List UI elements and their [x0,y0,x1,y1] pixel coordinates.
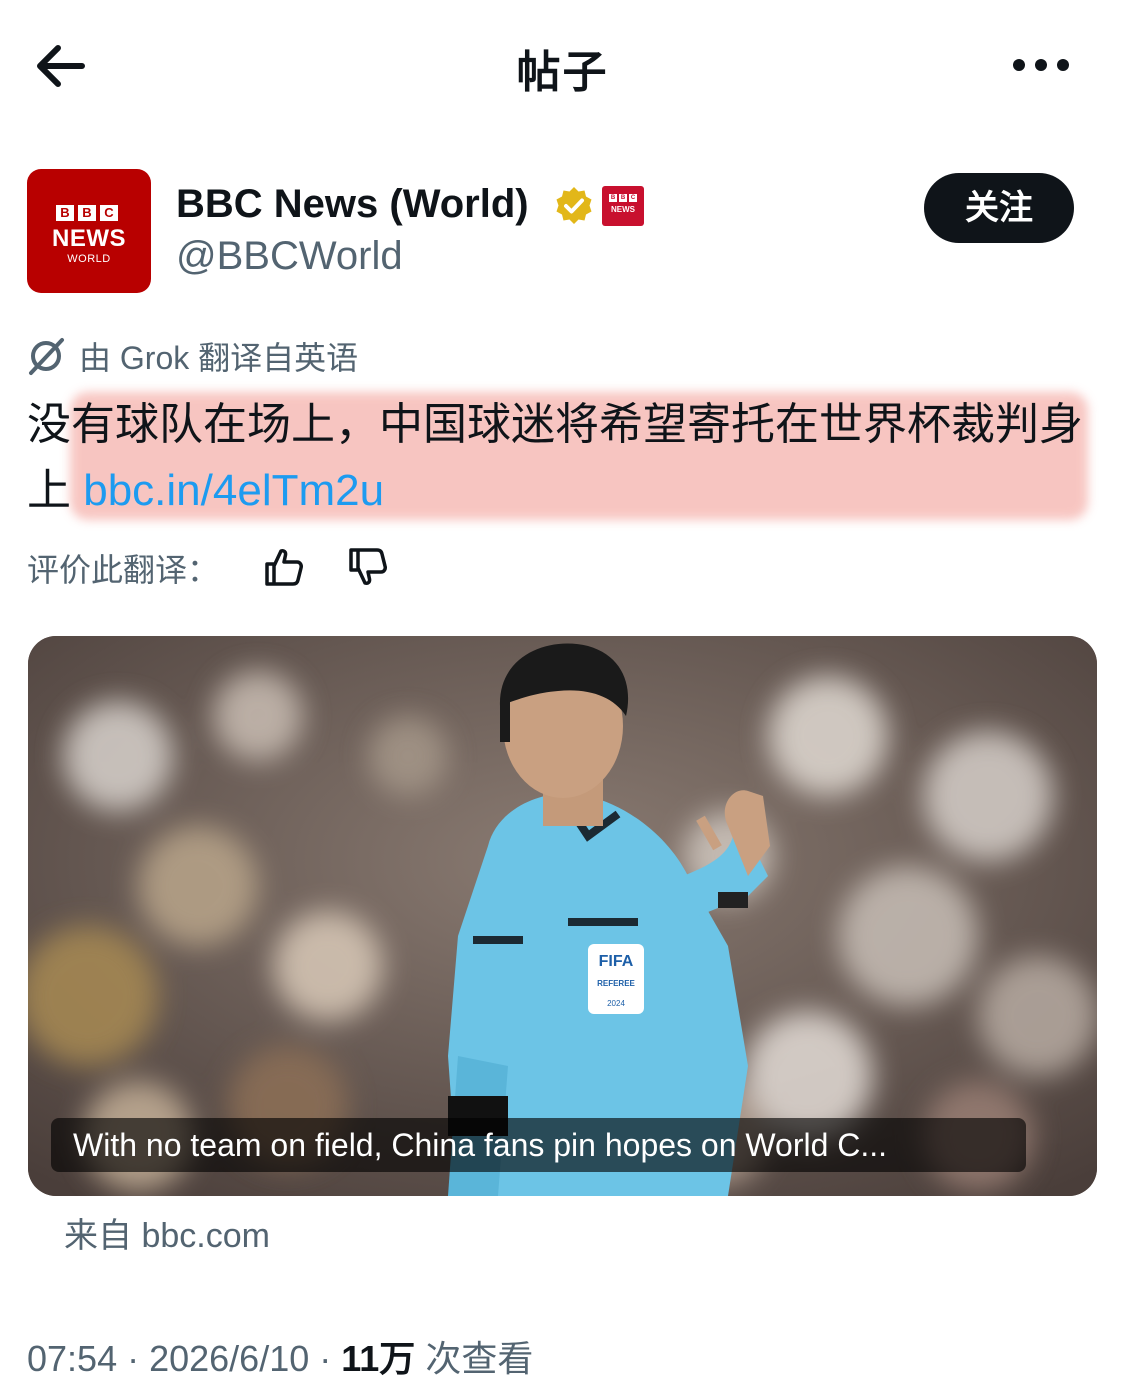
more-horizontal-icon [1013,59,1069,71]
referee-badge-text: REFEREE [597,979,635,988]
thumbs-up-icon[interactable] [262,545,306,589]
gold-verified-badge-icon [556,187,592,224]
avatar-world-text: WORLD [67,253,111,265]
rate-translation: 评价此翻译： [27,540,219,596]
avatar-news-text: NEWS [52,225,126,252]
grok-translation-notice: 由 Grok 翻译自英语 [25,334,358,378]
fifa-logo: FIFA [599,953,634,970]
link-source[interactable]: 来自 bbc.com [64,1208,270,1257]
post-text: 没有球队在场上，中国球迷将希望寄托在世界杯裁判身上 bbc.in/4elTm2u [27,392,1097,524]
referee-photo: FIFA REFEREE 2024 [28,636,1097,1196]
post-meta: 07:54 · 2026/6/10 · 11万 次查看 [27,1338,534,1379]
grok-icon [29,338,64,375]
referee-badge-year: 2024 [607,999,625,1008]
link-card-image[interactable]: FIFA REFEREE 2024 [28,636,1097,1196]
user-handle[interactable]: @BBCWorld [176,234,403,279]
avatar[interactable]: B B C NEWS WORLD [27,169,151,293]
bbc-logo-blocks: B B C [56,205,118,221]
post-link[interactable]: bbc.in/4elTm2u [83,466,384,515]
top-bar: 帖子 [0,0,1125,132]
display-name[interactable]: BBC News (World) [176,182,529,227]
view-count: 11万 [341,1338,416,1379]
thumbs-down-icon[interactable] [346,545,390,589]
views-label: 次查看 [415,1338,534,1379]
link-card-headline[interactable]: With no team on field, China fans pin ho… [51,1118,1026,1172]
rate-translation-label: 评价此翻译： [27,552,220,588]
post-time[interactable]: 07:54 [27,1338,117,1379]
affiliate-badge-icon[interactable]: B B C NEWS [602,186,644,226]
page-title: 帖子 [516,48,609,97]
more-options-button[interactable] [1005,45,1077,85]
post-date[interactable]: 2026/6/10 [149,1338,309,1379]
translation-notice-text: 由 Grok 翻译自英语 [79,340,359,376]
follow-button[interactable]: 关注 [924,173,1074,243]
